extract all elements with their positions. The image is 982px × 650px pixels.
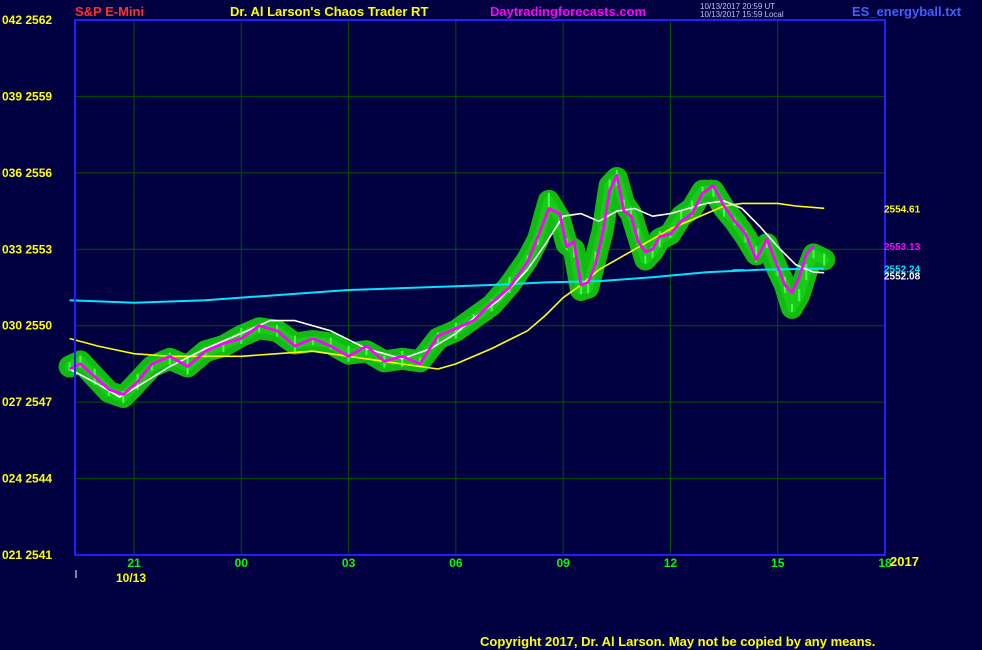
year-label: 2017 <box>890 554 919 569</box>
right-value-label: 2552.08 <box>884 272 921 283</box>
y-tick-label: 036 2556 <box>2 166 52 180</box>
right-value-label: 2554.61 <box>884 204 921 215</box>
chart-title: Dr. Al Larson's Chaos Trader RT <box>230 4 429 19</box>
y-tick-label: 030 2550 <box>2 319 52 333</box>
chart: 042 2562 039 2559 036 2556 033 2553 030 2550… <box>2 13 921 585</box>
x-tick-label: 00 <box>235 556 249 570</box>
y-tick-label: 024 2544 <box>2 472 52 486</box>
y-tick-label: 033 2553 <box>2 242 52 256</box>
x-tick-label: 12 <box>664 556 678 570</box>
series-lines <box>69 173 825 398</box>
x-tick-label: 15 <box>771 556 785 570</box>
y-tick-label: 042 2562 <box>2 13 52 27</box>
data-file-label: ES_energyball.txt <box>852 4 962 19</box>
date-label: 10/13 <box>116 571 146 585</box>
website-label: Daytradingforecasts.com <box>490 4 647 19</box>
instrument-label: S&P E-Mini <box>75 4 145 19</box>
copyright: Copyright 2017, Dr. Al Larson. May not b… <box>480 634 876 649</box>
y-tick-label: 039 2559 <box>2 89 52 103</box>
x-tick-label: 21 <box>127 556 141 570</box>
x-tick-label: 06 <box>449 556 463 570</box>
x-tick-label: 03 <box>342 556 356 570</box>
y-tick-label: 027 2547 <box>2 395 52 409</box>
right-value-label: 2553.13 <box>884 242 921 253</box>
plot-border <box>74 19 886 556</box>
x-tick-label: 09 <box>556 556 570 570</box>
grid <box>75 19 886 556</box>
timestamp-local: 10/13/2017 15:59 Local <box>700 10 784 19</box>
cyan-ma-line <box>69 267 825 304</box>
y-tick-label: 021 2541 <box>2 548 52 562</box>
